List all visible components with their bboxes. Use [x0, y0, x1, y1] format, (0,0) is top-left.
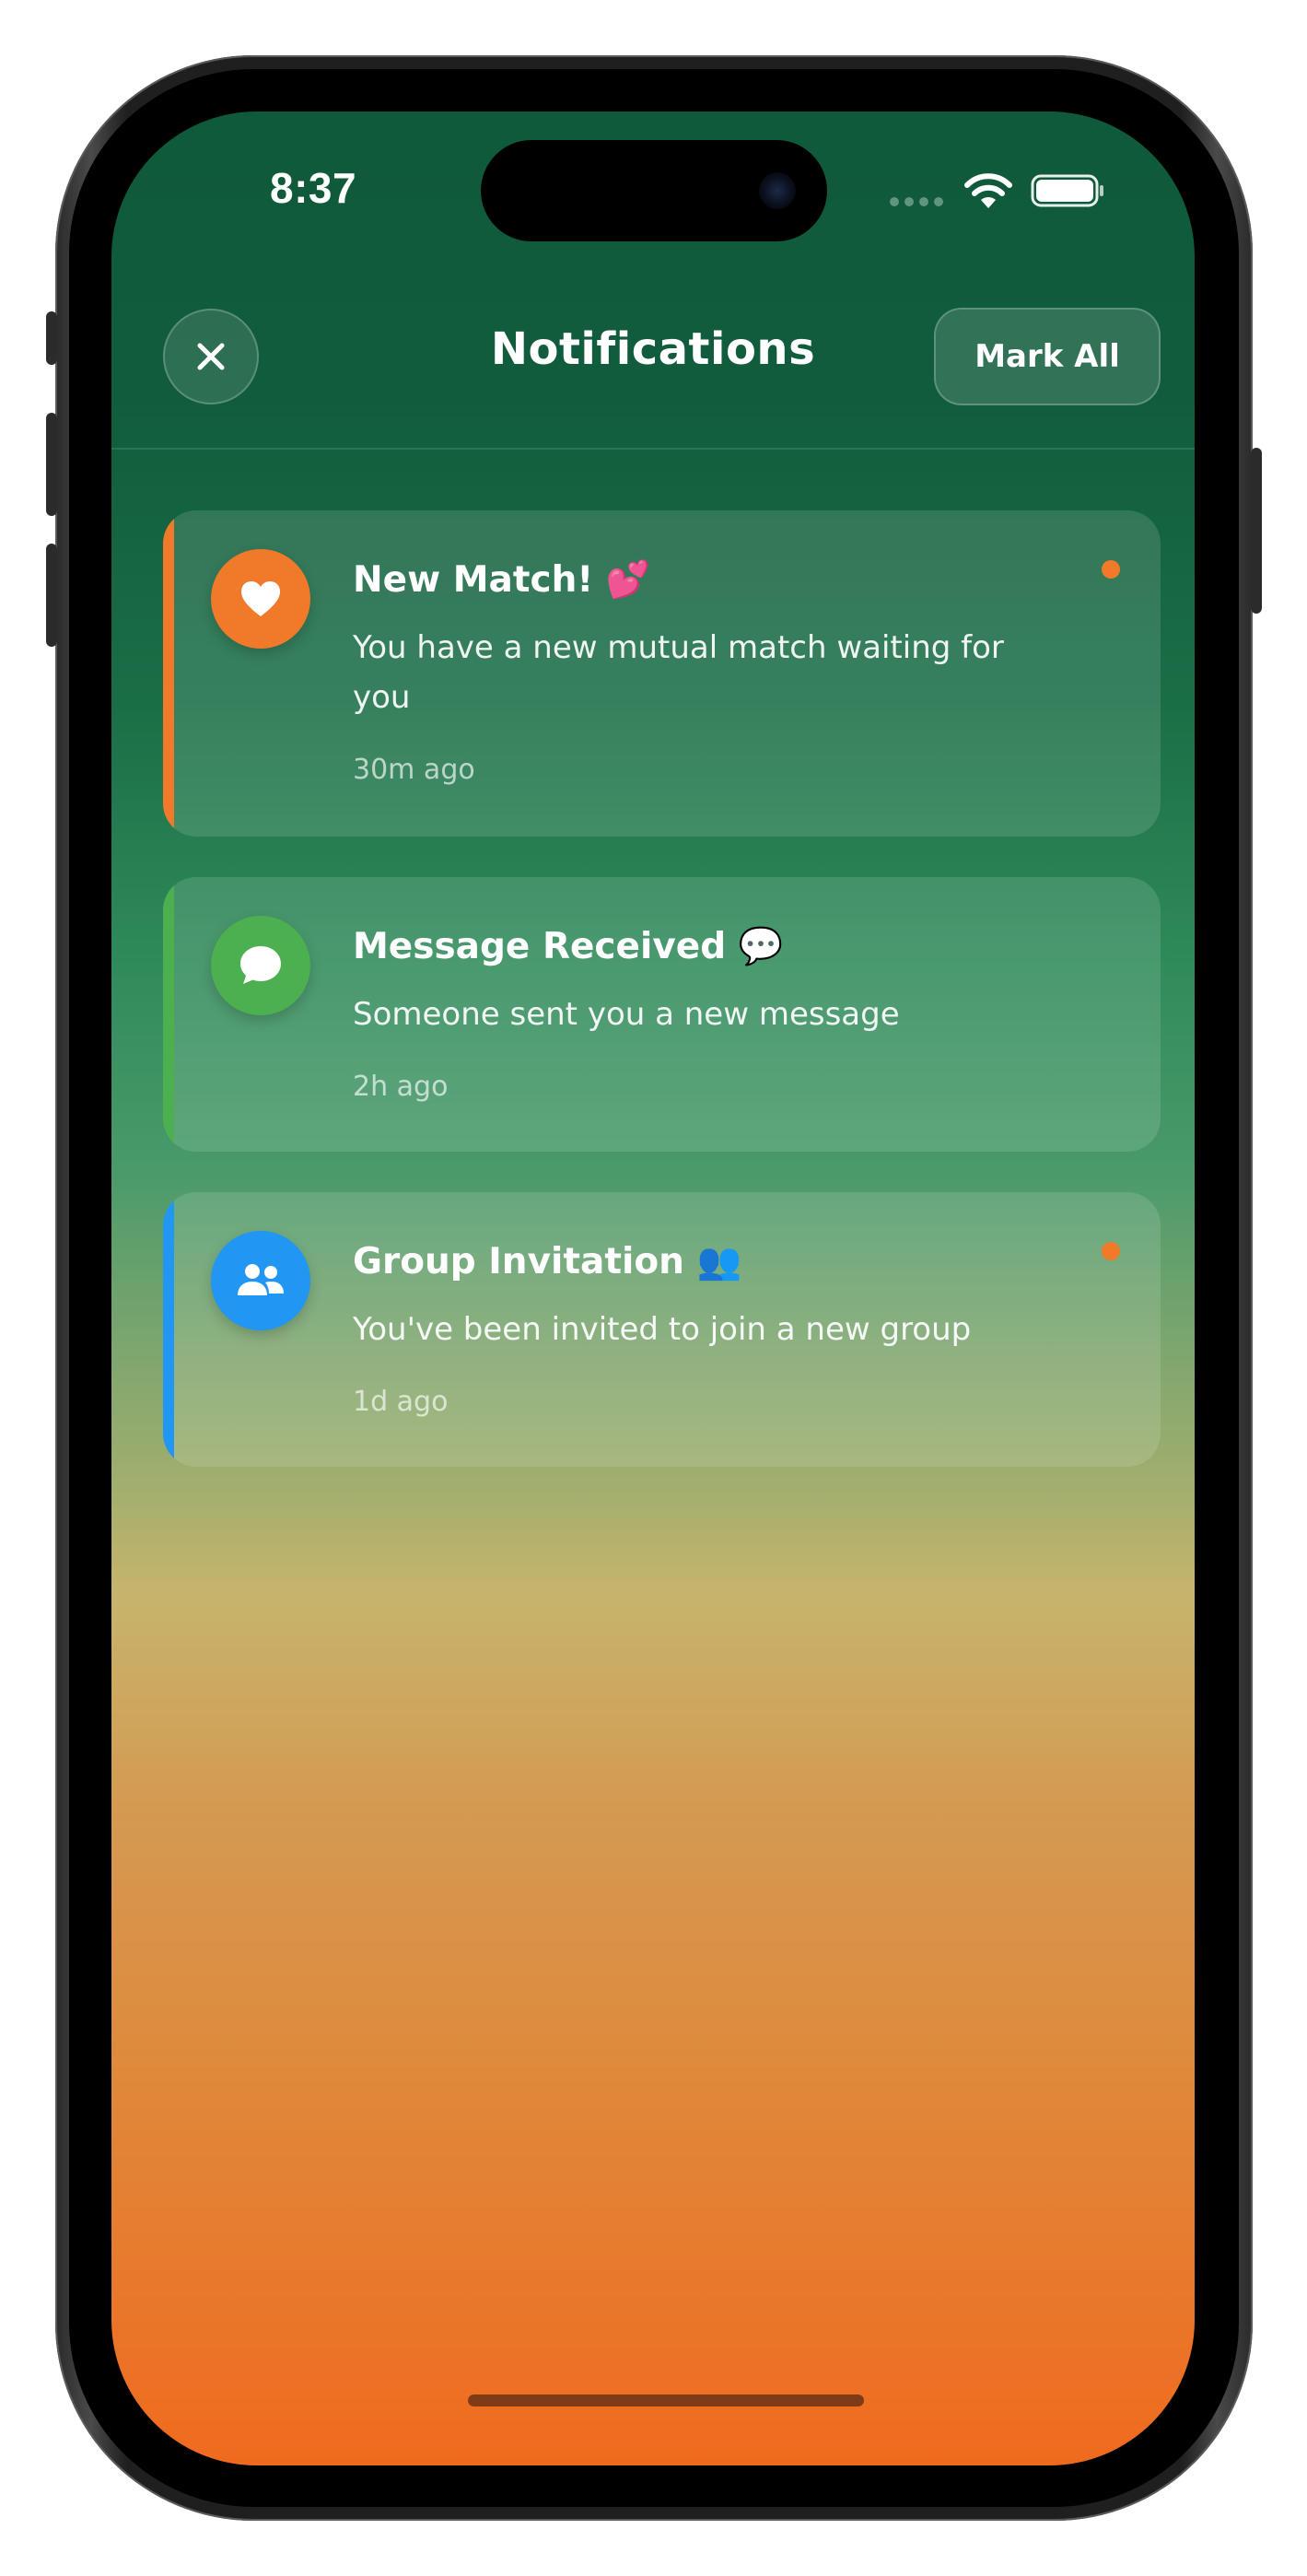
notification-time: 30m ago — [353, 754, 475, 786]
page: 8:37 Notifications Mark All New Match! 💕… — [0, 0, 1307, 2576]
header-divider — [111, 448, 1195, 450]
unread-dot — [1102, 560, 1120, 579]
volume-down-button — [46, 544, 57, 647]
notification-body: You have a new mutual match waiting for … — [353, 629, 1004, 716]
notification-title: New Match! 💕 — [353, 559, 651, 601]
card-accent-bar — [163, 1192, 174, 1467]
notification-icon — [211, 549, 310, 649]
notification-card[interactable]: New Match! 💕 You have a new mutual match… — [163, 510, 1161, 837]
chat-bubble-icon — [240, 946, 281, 984]
unread-dot — [1102, 1242, 1120, 1260]
status-time: 8:37 — [270, 164, 357, 212]
action-button — [46, 311, 57, 365]
notification-icon — [211, 1231, 310, 1330]
wifi-icon — [964, 173, 1012, 208]
notification-card[interactable]: Group Invitation 👥 You've been invited t… — [163, 1192, 1161, 1467]
notification-title: Group Invitation 👥 — [353, 1241, 742, 1282]
camera-icon — [759, 172, 796, 209]
group-icon — [238, 1264, 284, 1295]
notification-body: Someone sent you a new message — [353, 996, 900, 1033]
notification-title: Message Received 💬 — [353, 926, 784, 967]
cellular-signal-icon — [890, 197, 943, 206]
home-indicator[interactable] — [468, 2395, 864, 2406]
heart-icon — [241, 581, 280, 616]
notification-body: You've been invited to join a new group — [353, 1311, 972, 1348]
card-accent-bar — [163, 510, 174, 837]
notification-card[interactable]: Message Received 💬 Someone sent you a ne… — [163, 877, 1161, 1152]
mark-all-button[interactable]: Mark All — [934, 308, 1161, 405]
dynamic-island — [481, 140, 827, 241]
battery-icon — [1031, 174, 1103, 207]
screen: 8:37 Notifications Mark All New Match! 💕… — [111, 111, 1195, 2465]
power-button — [1251, 448, 1262, 614]
volume-up-button — [46, 413, 57, 516]
notification-time: 1d ago — [353, 1386, 449, 1418]
notification-time: 2h ago — [353, 1071, 449, 1103]
notification-icon — [211, 916, 310, 1015]
card-accent-bar — [163, 877, 174, 1152]
